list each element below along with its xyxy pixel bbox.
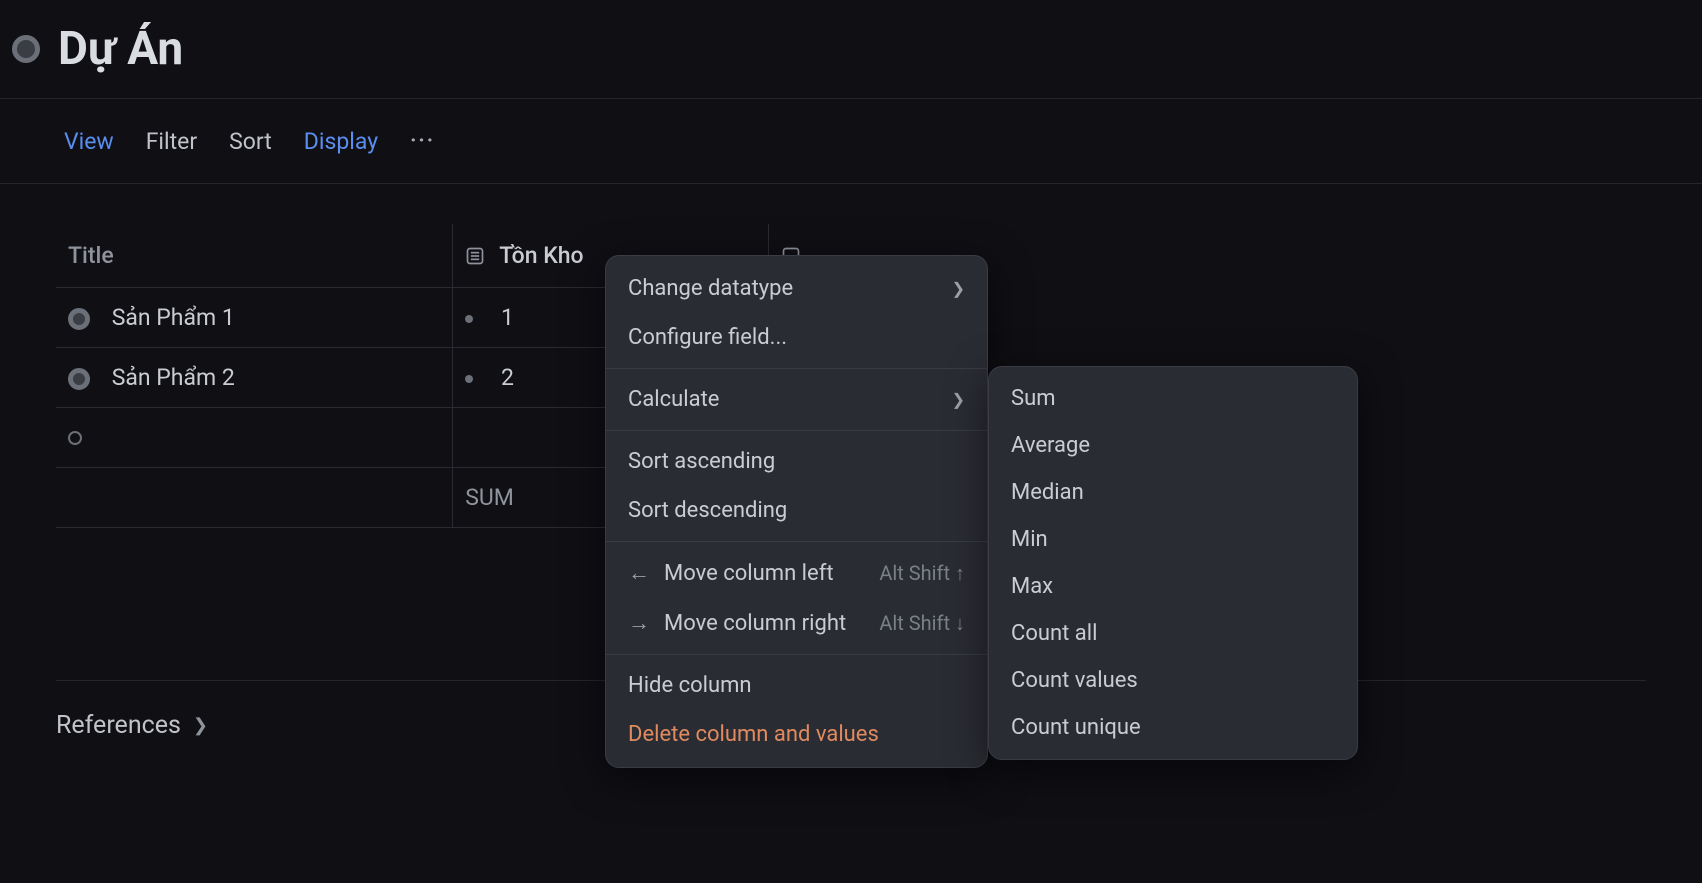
menu-sort-ascending[interactable]: Sort ascending bbox=[606, 437, 987, 486]
column-header-label: Tồn Kho bbox=[499, 242, 583, 269]
shortcut-label: Alt Shift ↓ bbox=[879, 611, 965, 636]
submenu-count-unique[interactable]: Count unique bbox=[989, 704, 1357, 751]
filter-button[interactable]: Filter bbox=[146, 128, 197, 155]
empty-circle-icon bbox=[68, 431, 82, 445]
menu-divider bbox=[606, 430, 987, 431]
menu-delete-column[interactable]: Delete column and values bbox=[606, 710, 987, 759]
menu-label: Max bbox=[1011, 574, 1053, 599]
submenu-sum[interactable]: Sum bbox=[989, 375, 1357, 422]
menu-label: Sum bbox=[1011, 386, 1055, 411]
dot-icon bbox=[465, 315, 473, 323]
column-header-title[interactable]: Title bbox=[56, 224, 453, 288]
menu-label: Average bbox=[1011, 433, 1090, 458]
page-bullet-icon bbox=[12, 35, 40, 63]
shortcut-label: Alt Shift ↑ bbox=[879, 561, 965, 586]
arrow-left-icon: ← bbox=[628, 560, 648, 586]
sum-label: SUM bbox=[465, 484, 514, 511]
menu-label: Configure field... bbox=[628, 325, 787, 350]
chevron-right-icon: ❯ bbox=[952, 390, 965, 409]
menu-divider bbox=[606, 368, 987, 369]
menu-divider bbox=[606, 654, 987, 655]
menu-move-left[interactable]: ← Move column left Alt Shift ↑ bbox=[606, 548, 987, 598]
menu-hide-column[interactable]: Hide column bbox=[606, 661, 987, 710]
references-label: References bbox=[56, 711, 181, 740]
submenu-max[interactable]: Max bbox=[989, 563, 1357, 610]
column-header-label: Title bbox=[68, 242, 114, 269]
row-bullet-icon bbox=[68, 368, 90, 390]
cell-title: Sản Phẩm 2 bbox=[112, 364, 235, 391]
page-title: Dự Án bbox=[58, 22, 183, 76]
submenu-median[interactable]: Median bbox=[989, 469, 1357, 516]
row-bullet-icon bbox=[68, 308, 90, 330]
menu-label: Calculate bbox=[628, 387, 719, 412]
arrow-right-icon: → bbox=[628, 610, 648, 636]
menu-configure-field[interactable]: Configure field... bbox=[606, 313, 987, 362]
menu-label: Sort ascending bbox=[628, 449, 775, 474]
calculate-submenu: Sum Average Median Min Max Count all Cou… bbox=[988, 366, 1358, 760]
menu-calculate[interactable]: Calculate ❯ bbox=[606, 375, 987, 424]
chevron-right-icon: ❯ bbox=[952, 279, 965, 298]
column-context-menu: Change datatype ❯ Configure field... Cal… bbox=[605, 255, 988, 768]
menu-label: Count all bbox=[1011, 621, 1097, 646]
menu-sort-descending[interactable]: Sort descending bbox=[606, 486, 987, 535]
menu-label: Count values bbox=[1011, 668, 1138, 693]
menu-label: Sort descending bbox=[628, 498, 787, 523]
menu-change-datatype[interactable]: Change datatype ❯ bbox=[606, 264, 987, 313]
dot-icon bbox=[465, 375, 473, 383]
toolbar: View Filter Sort Display ··· bbox=[0, 98, 1702, 184]
menu-label: Delete column and values bbox=[628, 722, 879, 747]
chevron-right-icon: ❯ bbox=[193, 715, 208, 736]
display-button[interactable]: Display bbox=[304, 128, 378, 155]
submenu-count-all[interactable]: Count all bbox=[989, 610, 1357, 657]
cell-value: 1 bbox=[501, 304, 514, 331]
sort-button[interactable]: Sort bbox=[229, 128, 272, 155]
menu-label: Hide column bbox=[628, 673, 752, 698]
cell-title: Sản Phẩm 1 bbox=[112, 304, 235, 331]
menu-label: Min bbox=[1011, 527, 1048, 552]
menu-label: Move column left bbox=[664, 561, 834, 586]
cell-value: 2 bbox=[501, 364, 514, 391]
menu-label: Count unique bbox=[1011, 715, 1141, 740]
menu-label: Move column right bbox=[664, 611, 846, 636]
menu-divider bbox=[606, 541, 987, 542]
view-button[interactable]: View bbox=[64, 128, 114, 155]
more-button[interactable]: ··· bbox=[410, 129, 435, 153]
list-icon bbox=[465, 246, 485, 266]
submenu-count-values[interactable]: Count values bbox=[989, 657, 1357, 704]
menu-move-right[interactable]: → Move column right Alt Shift ↓ bbox=[606, 598, 987, 648]
menu-label: Median bbox=[1011, 480, 1084, 505]
submenu-min[interactable]: Min bbox=[989, 516, 1357, 563]
submenu-average[interactable]: Average bbox=[989, 422, 1357, 469]
menu-label: Change datatype bbox=[628, 276, 793, 301]
